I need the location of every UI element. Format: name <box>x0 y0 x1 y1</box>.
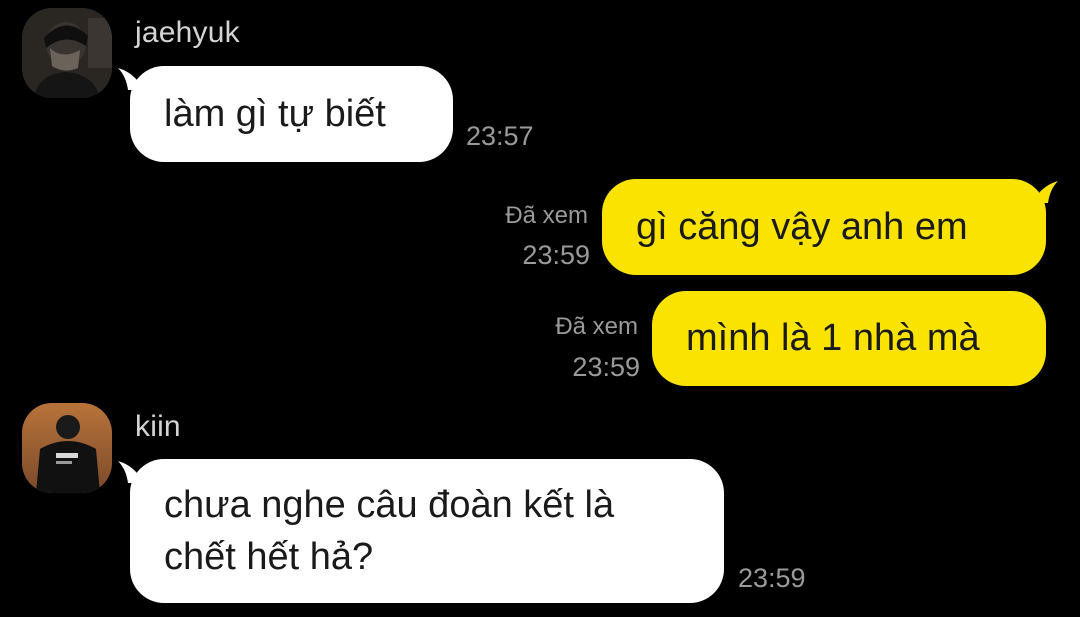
message-bubble-incoming[interactable]: chưa nghe câu đoàn kết là chết hết hả? <box>130 459 724 603</box>
person-covering-face-icon <box>22 8 112 98</box>
avatar-jaehyuk[interactable] <box>22 8 112 98</box>
message-bubble-outgoing[interactable]: mình là 1 nhà mà <box>652 291 1046 386</box>
person-back-view-icon <box>22 403 112 493</box>
message-timestamp: 23:59 <box>572 352 640 382</box>
message-bubble-incoming[interactable]: làm gì tự biết <box>130 66 453 162</box>
message-timestamp: 23:59 <box>522 240 590 270</box>
message-text-line: chưa nghe câu đoàn kết là <box>164 484 615 526</box>
message-bubble-outgoing[interactable]: gì căng vậy anh em <box>602 179 1046 275</box>
bubble-tail <box>1036 181 1058 203</box>
chat-thread: jaehyuk làm gì tự biết 23:57 Đã xem 23:5… <box>0 0 1080 617</box>
message-text: gì căng vậy anh em <box>636 206 968 248</box>
read-receipt: Đã xem <box>505 202 588 229</box>
message-timestamp: 23:57 <box>466 121 534 151</box>
message-text: mình là 1 nhà mà <box>686 317 980 359</box>
sender-name-kiin: kiin <box>135 410 181 443</box>
message-text: làm gì tự biết <box>164 93 386 135</box>
message-timestamp: 23:59 <box>738 563 806 593</box>
message-text-line: chết hết hả? <box>164 536 374 578</box>
sender-name-jaehyuk: jaehyuk <box>135 16 240 49</box>
avatar-kiin[interactable] <box>22 403 112 493</box>
read-receipt: Đã xem <box>555 313 638 340</box>
